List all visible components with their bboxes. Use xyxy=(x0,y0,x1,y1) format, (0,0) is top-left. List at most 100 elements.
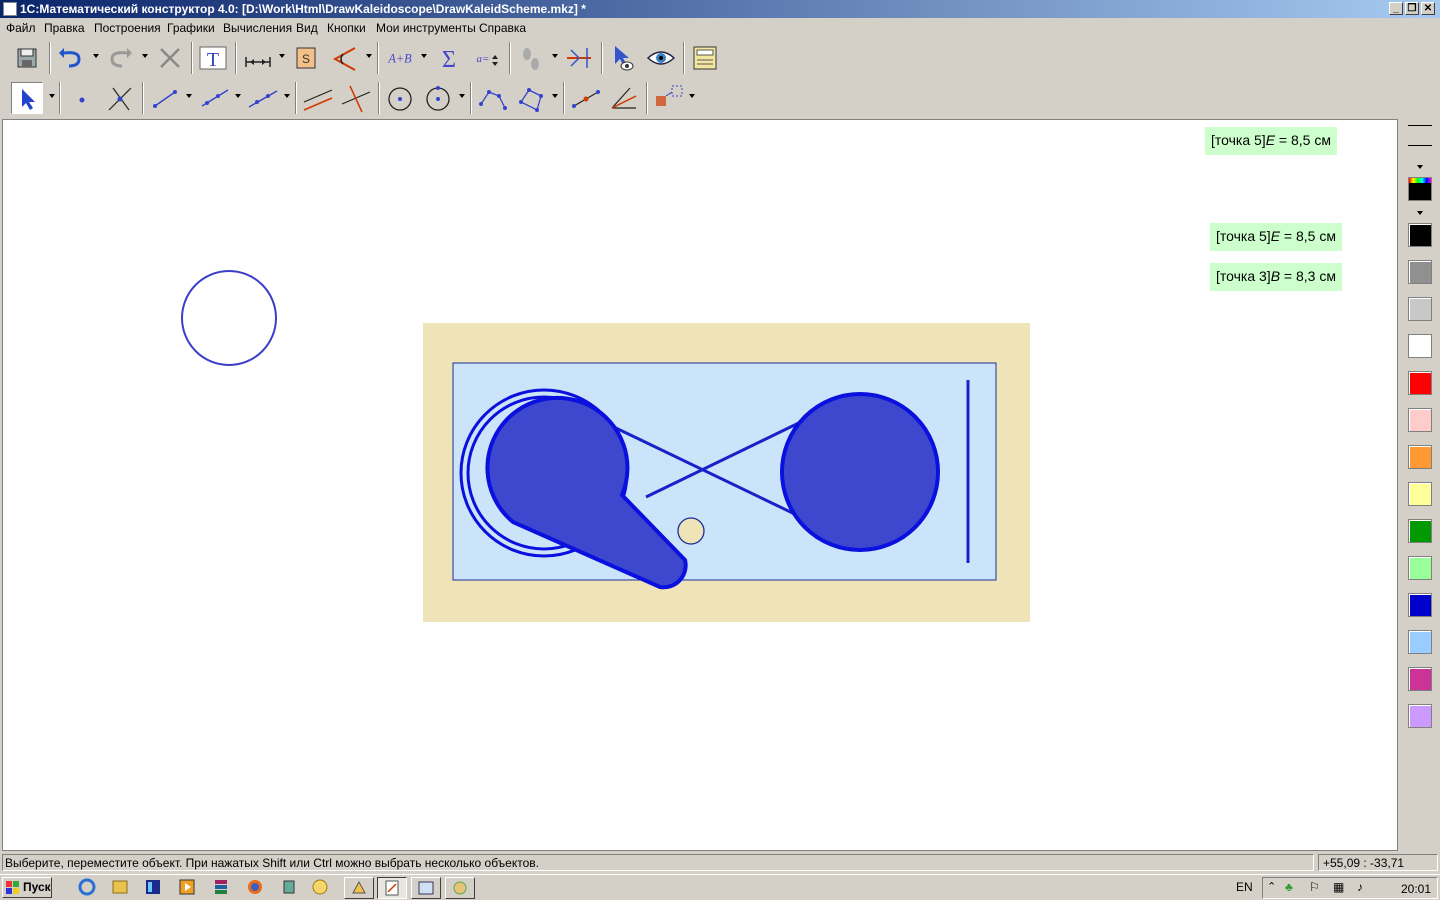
volume-icon[interactable]: ♪ xyxy=(1357,880,1363,894)
menu-file[interactable]: Файл xyxy=(6,21,36,35)
color-swatch-blue[interactable] xyxy=(1408,593,1432,617)
line-width-selector[interactable] xyxy=(1408,145,1432,146)
minimize-button[interactable]: _ xyxy=(1389,2,1403,15)
circle-shape[interactable] xyxy=(181,270,277,366)
trace-dropdown-icon[interactable] xyxy=(552,54,558,58)
small-circle-shape[interactable] xyxy=(677,517,705,545)
text-tool-icon[interactable]: T xyxy=(197,42,229,74)
trace-icon[interactable] xyxy=(515,42,547,74)
measurement-label-1[interactable]: [точка 5]E = 8,5 см xyxy=(1205,127,1337,155)
color-swatch-lightblue[interactable] xyxy=(1408,630,1432,654)
point-tool-icon[interactable] xyxy=(66,82,98,114)
color-swatch-lightyellow[interactable] xyxy=(1408,482,1432,506)
polyline-tool-icon[interactable] xyxy=(477,82,509,114)
color-dropdown-icon[interactable] xyxy=(1417,211,1423,215)
undo-dropdown-icon[interactable] xyxy=(93,54,99,58)
color-swatch-black[interactable] xyxy=(1408,223,1432,247)
ray-dropdown-icon[interactable] xyxy=(235,94,241,98)
measurement-label-3[interactable]: [точка 3]B = 8,3 см xyxy=(1210,263,1342,291)
media-player-icon[interactable] xyxy=(173,877,203,899)
polygon-tool-icon[interactable] xyxy=(515,82,547,114)
color-swatch-white[interactable] xyxy=(1408,334,1432,358)
far-manager-icon[interactable] xyxy=(139,877,169,899)
parallel-line-icon[interactable] xyxy=(302,82,334,114)
color-swatch-gray[interactable] xyxy=(1408,260,1432,284)
color-swatch-green[interactable] xyxy=(1408,519,1432,543)
transform-dropdown-icon[interactable] xyxy=(689,94,695,98)
select-cursor-icon[interactable] xyxy=(11,82,43,114)
sum-icon[interactable]: Σ xyxy=(433,42,465,74)
menu-graphs[interactable]: Графики xyxy=(167,21,215,35)
winrar-icon[interactable] xyxy=(207,877,237,899)
delete-icon[interactable] xyxy=(154,42,186,74)
line-dropdown-icon[interactable] xyxy=(284,94,290,98)
variable-slider-icon[interactable]: a= xyxy=(471,42,503,74)
ray-tool-icon[interactable] xyxy=(198,82,230,114)
show-hide-cursor-icon[interactable] xyxy=(607,42,639,74)
tray-app-icon[interactable]: ♣ xyxy=(1285,880,1293,894)
ie-icon[interactable] xyxy=(73,877,103,899)
arc-tool-icon[interactable] xyxy=(422,82,454,114)
color-swatch-red[interactable] xyxy=(1408,371,1432,395)
circle-tool-icon[interactable] xyxy=(384,82,416,114)
polygon-dropdown-icon[interactable] xyxy=(552,94,558,98)
action-center-flag-icon[interactable]: ⚐ xyxy=(1309,880,1320,894)
segment-dropdown-icon[interactable] xyxy=(186,94,192,98)
segment-tool-icon[interactable] xyxy=(149,82,181,114)
color-swatch-orange[interactable] xyxy=(1408,445,1432,469)
color-swatch-magenta[interactable] xyxy=(1408,667,1432,691)
restore-button[interactable]: ❐ xyxy=(1405,2,1419,15)
color-swatch-lightgreen[interactable] xyxy=(1408,556,1432,580)
tray-expand-icon[interactable]: ⌃ xyxy=(1267,880,1276,893)
menu-constructions[interactable]: Построения xyxy=(94,21,161,35)
measurement-label-2[interactable]: [точка 5]E = 8,5 см xyxy=(1210,223,1342,251)
firefox-icon[interactable] xyxy=(241,877,271,899)
measure-dropdown-icon[interactable] xyxy=(279,54,285,58)
drawing-canvas[interactable]: [точка 5]E = 8,5 см [точка 5]E = 8,5 см … xyxy=(2,119,1398,851)
intersection-point-icon[interactable] xyxy=(104,82,136,114)
midpoint-tool-icon[interactable] xyxy=(570,82,602,114)
color-swatch-pink[interactable] xyxy=(1408,408,1432,432)
color-swatch-lightgray[interactable] xyxy=(1408,297,1432,321)
menu-edit[interactable]: Правка xyxy=(44,21,85,35)
menu-buttons[interactable]: Кнопки xyxy=(327,21,366,35)
transform-object-icon[interactable] xyxy=(652,82,684,114)
line-tool-icon[interactable] xyxy=(247,82,279,114)
language-indicator[interactable]: EN xyxy=(1236,880,1253,894)
menu-calculations[interactable]: Вычисления xyxy=(223,21,292,35)
start-button[interactable]: Пуск xyxy=(2,877,52,898)
calculator-icon[interactable] xyxy=(689,42,721,74)
circle-dropdown-icon[interactable] xyxy=(459,94,465,98)
save-icon[interactable] xyxy=(11,42,43,74)
select-dropdown-icon[interactable] xyxy=(49,94,55,98)
current-color-icon[interactable] xyxy=(1408,177,1432,201)
measure-angle-icon[interactable] xyxy=(329,42,361,74)
task-app-4[interactable] xyxy=(445,877,475,899)
task-math-constructor[interactable] xyxy=(377,877,407,899)
network-icon[interactable]: ▦ xyxy=(1333,880,1344,894)
redo-dropdown-icon[interactable] xyxy=(142,54,148,58)
task-app-3[interactable] xyxy=(411,877,441,899)
transform-icon[interactable] xyxy=(563,42,595,74)
formula-dropdown-icon[interactable] xyxy=(421,54,427,58)
angle-bisector-icon[interactable] xyxy=(608,82,640,114)
menu-my-tools[interactable]: Мои инструменты xyxy=(376,21,476,35)
angle-dropdown-icon[interactable] xyxy=(366,54,372,58)
redo-icon[interactable] xyxy=(104,42,136,74)
measure-area-icon[interactable]: S xyxy=(291,42,323,74)
measure-distance-icon[interactable] xyxy=(242,42,274,74)
clock[interactable]: 20:01 xyxy=(1401,882,1431,896)
formula-icon[interactable]: A+B xyxy=(384,42,418,74)
undo-icon[interactable] xyxy=(55,42,87,74)
task-app-1[interactable] xyxy=(344,877,374,899)
menu-view[interactable]: Вид xyxy=(296,21,318,35)
app-green-icon[interactable] xyxy=(275,877,305,899)
menu-help[interactable]: Справка xyxy=(479,21,526,35)
color-swatch-lavender[interactable] xyxy=(1408,704,1432,728)
explorer-icon[interactable] xyxy=(106,877,136,899)
eye-icon[interactable] xyxy=(645,42,677,74)
close-button[interactable]: ✕ xyxy=(1421,2,1435,15)
clock-app-icon[interactable] xyxy=(306,877,336,899)
line-style-selector[interactable] xyxy=(1408,125,1432,126)
right-disk-shape[interactable] xyxy=(780,392,940,552)
